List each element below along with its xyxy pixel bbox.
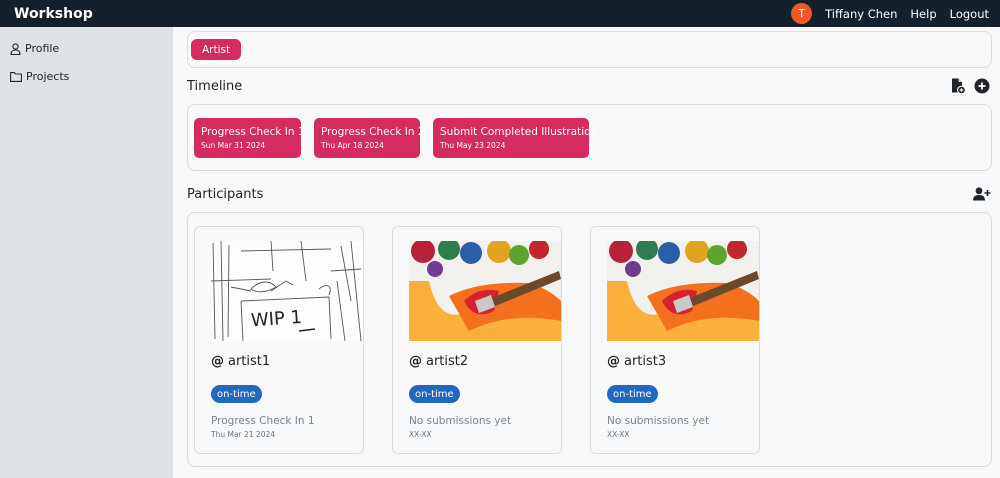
milestone-title: Progress Check In 1 bbox=[201, 126, 305, 138]
main-content: Artist Timeline Progress Check In 1 Sun … bbox=[173, 27, 1000, 478]
sidebar: Profile Projects bbox=[0, 27, 173, 478]
participant-card[interactable]: @ artist3 on-time No submissions yet XX-… bbox=[590, 226, 760, 454]
sidebar-item-profile[interactable]: Profile bbox=[10, 42, 59, 55]
submission-date: XX-XX bbox=[409, 430, 432, 439]
participant-handle-label: artist1 bbox=[228, 354, 271, 369]
participant-card[interactable]: @ artist2 on-time No submissions yet XX-… bbox=[392, 226, 562, 454]
sidebar-item-label: Projects bbox=[26, 70, 70, 83]
paint-brush-image bbox=[607, 241, 759, 341]
submission-thumbnail[interactable]: WIP 1 bbox=[211, 241, 363, 341]
add-person-icon[interactable] bbox=[973, 186, 991, 202]
submission-title: No submissions yet bbox=[409, 415, 512, 427]
submission-thumbnail bbox=[607, 241, 759, 341]
sketch-image: WIP 1 bbox=[211, 241, 362, 341]
submission-title: Progress Check In 1 bbox=[211, 415, 315, 427]
milestone-date: Thu May 23 2024 bbox=[440, 141, 506, 150]
participant-handle: @ artist1 bbox=[211, 354, 270, 369]
brand-logo[interactable]: Workshop bbox=[14, 6, 93, 22]
person-icon bbox=[10, 42, 21, 55]
user-name-link[interactable]: Tiffany Chen bbox=[825, 7, 897, 21]
milestone-title: Submit Completed Illustration bbox=[440, 126, 598, 138]
sidebar-item-projects[interactable]: Projects bbox=[10, 70, 69, 83]
participant-handle: @ artist2 bbox=[409, 354, 468, 369]
at-icon: @ bbox=[409, 354, 422, 369]
add-file-icon[interactable] bbox=[950, 78, 966, 94]
logout-link[interactable]: Logout bbox=[950, 7, 989, 21]
user-menu: T Tiffany Chen Help Logout bbox=[791, 0, 989, 27]
milestone-date: Sun Mar 31 2024 bbox=[201, 141, 266, 150]
participant-handle: @ artist3 bbox=[607, 354, 666, 369]
milestone-item[interactable]: Progress Check In 1 Sun Mar 31 2024 bbox=[194, 118, 305, 158]
submission-date: XX-XX bbox=[607, 430, 630, 439]
status-badge: on-time bbox=[409, 385, 460, 403]
participants-title: Participants bbox=[187, 187, 264, 202]
status-badge: on-time bbox=[211, 385, 262, 403]
participant-handle-label: artist3 bbox=[624, 354, 667, 369]
milestone-item[interactable]: Progress Check In 2 Thu Apr 18 2024 bbox=[314, 118, 425, 158]
participant-card[interactable]: WIP 1 @ artist1 on-time Progress Check I… bbox=[194, 226, 364, 454]
help-link[interactable]: Help bbox=[910, 7, 936, 21]
user-avatar[interactable]: T bbox=[791, 3, 813, 24]
sidebar-item-label: Profile bbox=[25, 42, 60, 55]
paint-brush-image bbox=[409, 241, 561, 341]
top-navbar: Workshop T Tiffany Chen Help Logout bbox=[0, 0, 1000, 27]
milestone-item[interactable]: Submit Completed Illustration Thu May 23… bbox=[433, 118, 598, 158]
folder-icon bbox=[10, 72, 22, 82]
milestone-date: Thu Apr 18 2024 bbox=[321, 141, 384, 150]
submission-date: Thu Mar 21 2024 bbox=[211, 430, 276, 439]
svg-text:WIP 1: WIP 1 bbox=[250, 307, 302, 332]
role-panel: Artist bbox=[187, 31, 992, 68]
submission-title: No submissions yet bbox=[607, 415, 710, 427]
at-icon: @ bbox=[607, 354, 620, 369]
role-tag[interactable]: Artist bbox=[191, 39, 242, 60]
submission-thumbnail bbox=[409, 241, 561, 341]
participant-handle-label: artist2 bbox=[426, 354, 469, 369]
status-badge: on-time bbox=[607, 385, 658, 403]
at-icon: @ bbox=[211, 354, 224, 369]
milestone-title: Progress Check In 2 bbox=[321, 126, 425, 138]
timeline-title: Timeline bbox=[187, 79, 243, 94]
add-circle-icon[interactable] bbox=[974, 78, 990, 94]
